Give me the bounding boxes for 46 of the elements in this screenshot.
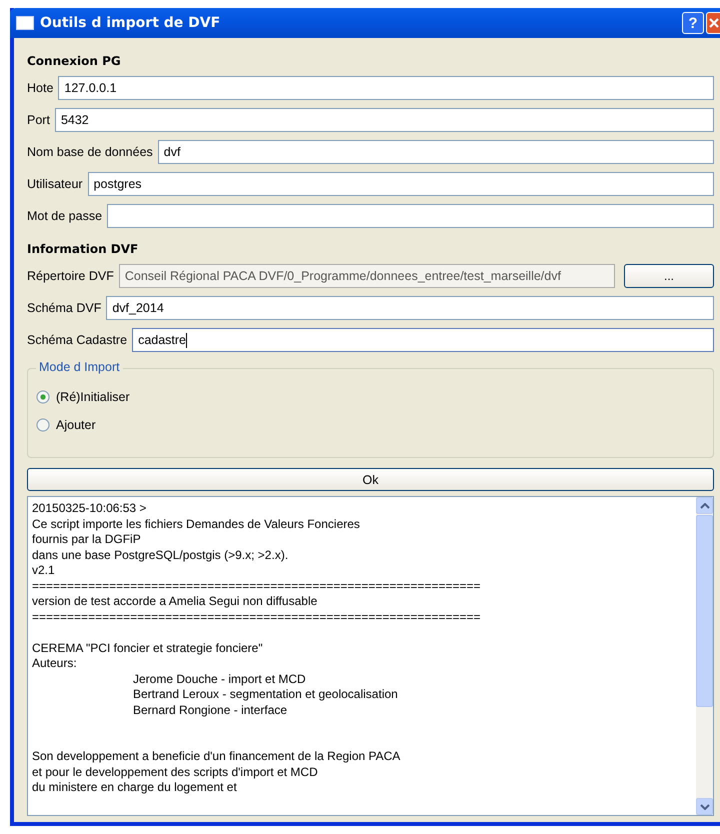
log-line: fournis par la DGFiP [32, 532, 142, 548]
input-field[interactable] [107, 204, 714, 228]
scroll-down-button[interactable] [696, 798, 713, 815]
window-title: Outils d import de DVF [40, 15, 222, 31]
ok-button[interactable]: Ok [27, 468, 714, 491]
input-field[interactable]: cadastre [132, 328, 714, 352]
log-line: Auteurs: [32, 656, 78, 672]
field-label: Hote [27, 81, 54, 95]
input-field[interactable]: dvf_2014 [106, 296, 714, 320]
log-line: dans une base PostgreSQL/postgis (>9.x; >2.x). [32, 548, 290, 563]
scroll-thumb[interactable] [696, 515, 713, 707]
radio-option[interactable]: (Ré)Initialiser [36, 387, 705, 407]
field-label: Port [27, 113, 50, 127]
section-heading: Connexion PG [27, 53, 122, 70]
field-label: Nom base de données [27, 145, 153, 159]
log-line: v2.1 [32, 563, 56, 578]
log-line: Bertrand Leroux - segmentation et geolocalisation [132, 687, 399, 702]
radio-option[interactable]: Ajouter [36, 415, 705, 435]
window-icon [16, 16, 34, 30]
section-heading: Information DVF [27, 241, 140, 258]
log-line: Son developpement a beneficie d'un financement de la Region PACA [32, 749, 402, 764]
log-line: Bernard Rongione - interface [132, 702, 288, 718]
field-label: Utilisateur [27, 177, 83, 191]
log-line: Ce script importe les fichiers Demandes de Valeurs Foncieres [32, 516, 361, 532]
log-line: CEREMA "PCI foncier et strategie fonciere" [32, 640, 264, 656]
scroll-up-button[interactable] [696, 497, 713, 514]
log-line: version de test accorde a Amelia Segui non diffusable [32, 594, 318, 610]
field-label: Répertoire DVF [27, 269, 114, 283]
log-line: 20150325-10:06:53 > [32, 501, 148, 516]
scrollbar[interactable] [696, 497, 713, 815]
log-line: ================================================================ [32, 578, 482, 594]
log-line: du ministere en charge du logement et [32, 780, 238, 796]
input-field[interactable]: postgres [88, 172, 714, 196]
input-field[interactable]: dvf [158, 140, 714, 164]
field-label: Mot de passe [27, 209, 102, 223]
group-title: Mode d Import [36, 360, 123, 374]
input-field[interactable]: 127.0.0.1 [58, 76, 714, 100]
close-button[interactable] [706, 12, 720, 34]
log-line: Jerome Douche - import et MCD [132, 672, 307, 687]
field-label: Schéma DVF [27, 301, 102, 315]
log-line: et pour le developpement des scripts d'import et MCD [32, 764, 319, 780]
log-line: ================================================================ [32, 610, 482, 625]
close-icon [708, 18, 718, 28]
input-field[interactable]: 5432 [54, 108, 714, 132]
help-button[interactable]: ? [682, 12, 704, 34]
field-label: Schéma Cadastre [27, 333, 128, 347]
